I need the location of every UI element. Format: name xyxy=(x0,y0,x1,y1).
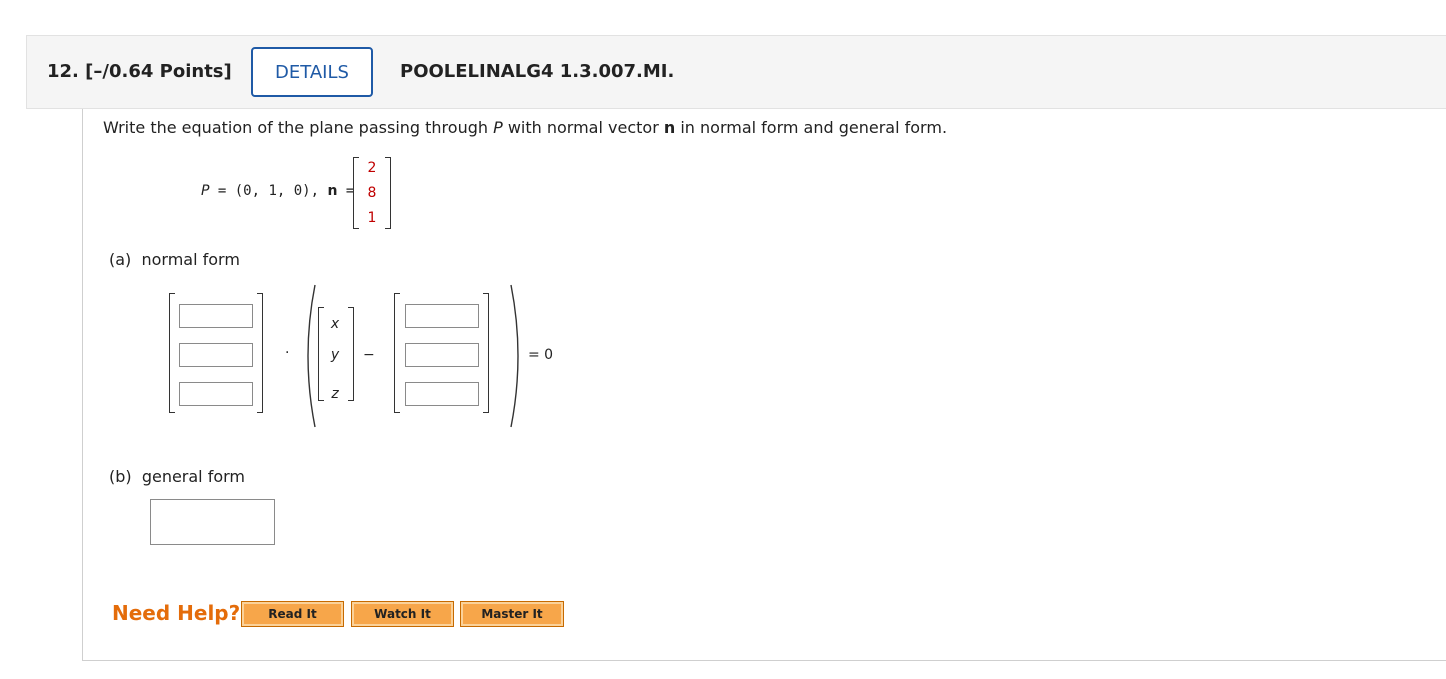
part-a-title: normal form xyxy=(141,250,240,269)
question-number: 12. xyxy=(47,61,79,82)
dot-operator: · xyxy=(285,345,290,361)
question-header: 12. [–/0.64 Points] DETAILS POOLELINALG4… xyxy=(26,35,1446,109)
point-input-1[interactable] xyxy=(405,304,479,328)
prompt-text-2: with normal vector xyxy=(502,118,664,137)
xyz-left-bracket xyxy=(318,307,324,401)
question-prompt: Write the equation of the plane passing … xyxy=(103,118,947,137)
normal-vector-input-2[interactable] xyxy=(179,343,253,367)
need-help-label: Need Help? xyxy=(112,601,241,625)
prompt-text-3: in normal form and general form. xyxy=(675,118,948,137)
n-vector-entry: 8 xyxy=(367,185,377,201)
variable-x: x xyxy=(330,316,340,332)
point-input-3[interactable] xyxy=(405,382,479,406)
watch-it-button[interactable]: Watch It xyxy=(351,601,454,627)
part-a-letter: (a) xyxy=(109,250,132,269)
minus-operator: − xyxy=(363,347,375,363)
given-n-symbol: n xyxy=(327,183,338,199)
given-point-line: P = (0, 1, 0), n = xyxy=(201,183,354,199)
part-b-letter: (b) xyxy=(109,467,132,486)
n-vector-right-bracket xyxy=(385,157,391,229)
read-it-button[interactable]: Read It xyxy=(241,601,344,627)
master-it-button[interactable]: Master It xyxy=(460,601,564,627)
n-vector-entry: 1 xyxy=(367,210,377,226)
n-vector-entry: 2 xyxy=(367,160,377,176)
point-input-left-bracket xyxy=(394,293,400,413)
points-label: [–/0.64 Points] xyxy=(85,61,232,82)
point-input-right-bracket xyxy=(483,293,489,413)
details-button[interactable]: DETAILS xyxy=(251,47,373,97)
prompt-text-1: Write the equation of the plane passing … xyxy=(103,118,494,137)
prompt-p-symbol: P xyxy=(493,118,503,137)
normal-vector-input-1[interactable] xyxy=(179,304,253,328)
question-number-points: 12. [–/0.64 Points] xyxy=(47,61,232,82)
variable-z: z xyxy=(331,386,339,402)
question-body: Write the equation of the plane passing … xyxy=(82,109,1446,661)
normal-vector-input-3[interactable] xyxy=(179,382,253,406)
normal-input-left-bracket xyxy=(169,293,175,413)
equals-zero: = 0 xyxy=(528,347,554,363)
right-parenthesis xyxy=(510,284,519,428)
question-code: POOLELINALG4 1.3.007.MI. xyxy=(400,61,675,82)
part-a-label: (a) normal form xyxy=(109,250,240,269)
point-input-2[interactable] xyxy=(405,343,479,367)
part-b-title: general form xyxy=(141,467,246,486)
part-b-label: (b) general form xyxy=(109,467,245,486)
n-vector-left-bracket xyxy=(353,157,359,229)
left-parenthesis xyxy=(307,284,316,428)
normal-input-right-bracket xyxy=(257,293,263,413)
variable-y: y xyxy=(330,347,340,363)
xyz-right-bracket xyxy=(348,307,354,401)
general-form-input[interactable] xyxy=(150,499,275,545)
given-p-value: = (0, 1, 0), xyxy=(209,183,328,199)
prompt-n-symbol: n xyxy=(663,118,676,137)
given-n-equals: = xyxy=(337,183,355,199)
